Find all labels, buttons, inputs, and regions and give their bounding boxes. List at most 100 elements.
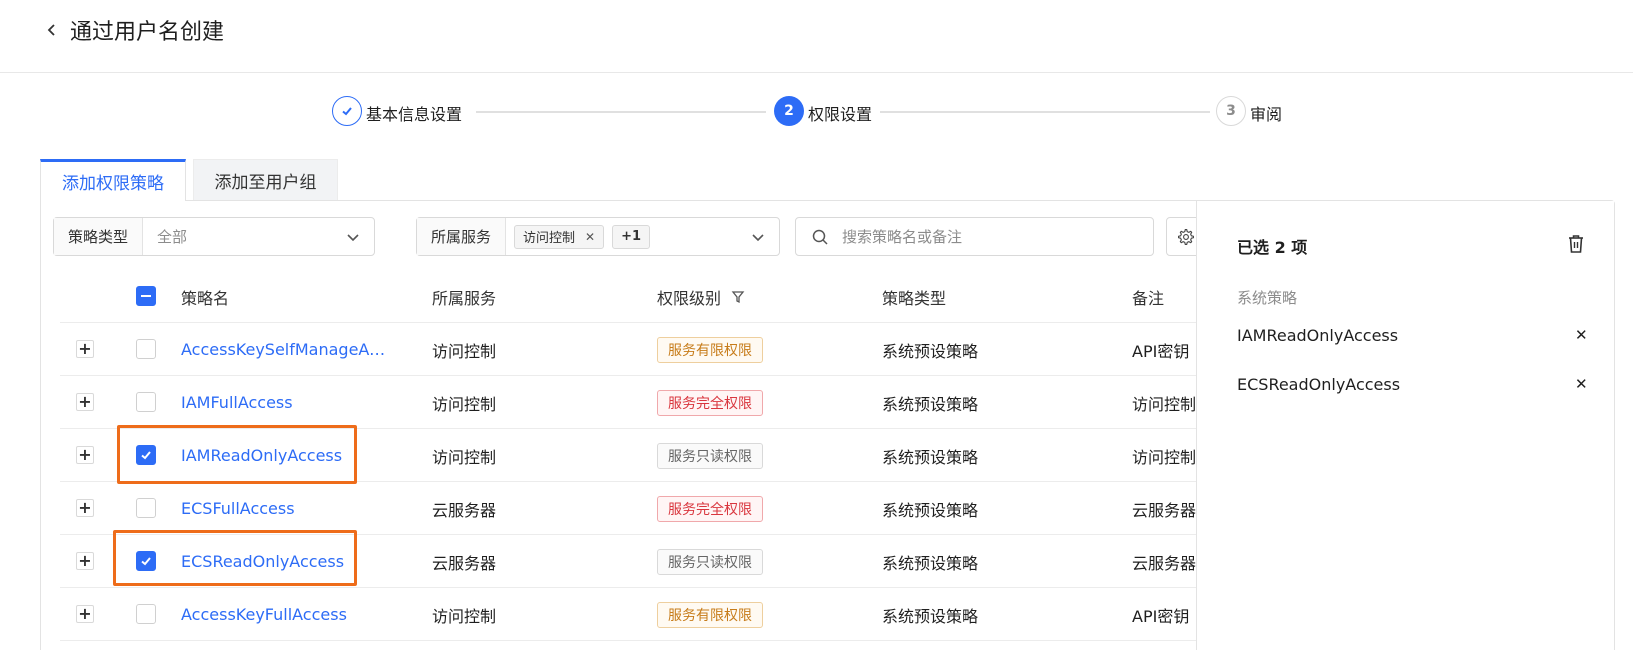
policy-name-link[interactable]: ECSFullAccess bbox=[181, 499, 295, 518]
step-connector bbox=[880, 111, 1210, 113]
service-cell: 云服务器 bbox=[432, 553, 497, 573]
tab-add-to-group[interactable]: 添加至用户组 bbox=[193, 159, 338, 201]
policy-type-cell: 系统预设策略 bbox=[882, 394, 979, 414]
tab-add-policy[interactable]: 添加权限策略 bbox=[40, 159, 186, 201]
policy-type-cell: 系统预设策略 bbox=[882, 447, 979, 467]
selected-count-title: 已选 2 项 bbox=[1237, 238, 1308, 257]
note-cell: API密钥 bbox=[1132, 606, 1190, 626]
expand-plus-icon[interactable]: + bbox=[76, 446, 94, 464]
service-tag-label: 访问控制 bbox=[523, 231, 576, 246]
table-row: + AccessKeyFullAccess 访问控制 服务有限权限 系统预设策略 API密… bbox=[60, 588, 1196, 641]
note-cell: 云服务器 bbox=[1132, 553, 1197, 573]
policy-type-filter[interactable]: 策略类型 全部 bbox=[53, 217, 375, 256]
expand-plus-icon[interactable]: + bbox=[76, 340, 94, 358]
gear-icon bbox=[1177, 228, 1194, 245]
policy-name-link[interactable]: AccessKeySelfManageAcc... bbox=[181, 340, 386, 359]
policy-name-link[interactable]: AccessKeyFullAccess bbox=[181, 605, 347, 624]
permission-level-badge: 服务有限权限 bbox=[657, 601, 763, 628]
row-checkbox[interactable] bbox=[136, 445, 156, 465]
stepper: 基本信息设置 2 权限设置 3 审阅 bbox=[0, 96, 1633, 130]
remove-item-close-icon[interactable]: ✕ bbox=[1575, 375, 1588, 393]
policy-name-cell: ECSFullAccess bbox=[181, 482, 295, 535]
page-header: 通过用户名创建 bbox=[0, 0, 1633, 73]
expand-plus-icon[interactable]: + bbox=[76, 552, 94, 570]
policy-type-select[interactable]: 全部 bbox=[143, 218, 374, 255]
row-checkbox[interactable] bbox=[136, 551, 156, 571]
level-cell: 服务只读权限 bbox=[657, 535, 763, 588]
select-all-checkbox[interactable] bbox=[136, 286, 156, 306]
selected-item: IAMReadOnlyAccess bbox=[1237, 326, 1399, 345]
level-cell: 服务完全权限 bbox=[657, 376, 763, 429]
permission-level-badge: 服务只读权限 bbox=[657, 548, 763, 575]
policy-type-cell: 系统预设策略 bbox=[882, 500, 979, 520]
service-filter-label: 所属服务 bbox=[417, 218, 507, 255]
page-title: 通过用户名创建 bbox=[70, 20, 225, 45]
service-select[interactable]: 访问控制 ✕ +1 bbox=[506, 218, 779, 255]
permission-level-badge: 服务有限权限 bbox=[657, 336, 763, 363]
service-cell: 访问控制 bbox=[432, 394, 497, 414]
step-3-label: 审阅 bbox=[1250, 105, 1283, 124]
policy-name-cell: AccessKeyFullAccess bbox=[181, 588, 347, 641]
column-header-type: 策略类型 bbox=[882, 288, 947, 308]
level-cell: 服务只读权限 bbox=[657, 429, 763, 482]
search-box[interactable] bbox=[795, 217, 1154, 256]
level-cell: 服务有限权限 bbox=[657, 588, 763, 641]
remove-item-close-icon[interactable]: ✕ bbox=[1575, 326, 1588, 344]
level-cell: 服务完全权限 bbox=[657, 482, 763, 535]
level-cell: 服务有限权限 bbox=[657, 323, 763, 376]
policy-name-link[interactable]: IAMReadOnlyAccess bbox=[181, 446, 342, 465]
column-header-service: 所属服务 bbox=[432, 288, 497, 308]
table-row: + ECSReadOnlyAccess 云服务器 服务只读权限 系统预设策略 云服务器 bbox=[60, 535, 1196, 588]
service-filter[interactable]: 所属服务 访问控制 ✕ +1 bbox=[416, 217, 780, 256]
row-checkbox[interactable] bbox=[136, 498, 156, 518]
service-cell: 访问控制 bbox=[432, 447, 497, 467]
chevron-down-icon bbox=[347, 234, 359, 242]
policy-name-link[interactable]: IAMFullAccess bbox=[181, 393, 293, 412]
filter-icon[interactable] bbox=[731, 290, 745, 304]
more-tags-badge[interactable]: +1 bbox=[612, 224, 651, 249]
permission-level-badge: 服务完全权限 bbox=[657, 495, 763, 522]
note-cell: 访问控制 bbox=[1132, 447, 1197, 467]
table-row: + IAMReadOnlyAccess 访问控制 服务只读权限 系统预设策略 访问控制 bbox=[60, 429, 1196, 482]
column-header-name: 策略名 bbox=[181, 288, 230, 308]
row-checkbox[interactable] bbox=[136, 604, 156, 624]
step-2-label: 权限设置 bbox=[808, 105, 873, 124]
policy-type-cell: 系统预设策略 bbox=[882, 553, 979, 573]
service-cell: 云服务器 bbox=[432, 500, 497, 520]
search-icon bbox=[812, 229, 828, 245]
policy-type-filter-label: 策略类型 bbox=[54, 218, 144, 255]
row-checkbox[interactable] bbox=[136, 339, 156, 359]
step-3-number: 3 bbox=[1216, 96, 1246, 126]
service-cell: 访问控制 bbox=[432, 341, 497, 361]
policy-name-link[interactable]: ECSReadOnlyAccess bbox=[181, 552, 344, 571]
table-row: + IAMFullAccess 访问控制 服务完全权限 系统预设策略 访问控制 bbox=[60, 376, 1196, 429]
check-icon bbox=[141, 557, 151, 566]
policy-type-cell: 系统预设策略 bbox=[882, 341, 979, 361]
check-icon bbox=[141, 451, 151, 460]
selected-item: ECSReadOnlyAccess bbox=[1237, 375, 1401, 394]
step-1-check-icon bbox=[332, 96, 362, 126]
policy-type-cell: 系统预设策略 bbox=[882, 606, 979, 626]
column-header-level: 权限级别 bbox=[657, 270, 745, 323]
service-cell: 访问控制 bbox=[432, 606, 497, 626]
policy-name-cell: ECSReadOnlyAccess bbox=[181, 535, 344, 588]
chevron-down-icon bbox=[752, 234, 764, 242]
expand-plus-icon[interactable]: + bbox=[76, 393, 94, 411]
policy-name-cell: IAMFullAccess bbox=[181, 376, 293, 429]
note-cell: 云服务器 bbox=[1132, 500, 1197, 520]
policy-type-value: 全部 bbox=[157, 228, 188, 246]
column-header-level-label: 权限级别 bbox=[657, 288, 722, 308]
search-input[interactable] bbox=[842, 225, 1142, 249]
selected-section-label: 系统策略 bbox=[1237, 289, 1298, 307]
permission-level-badge: 服务只读权限 bbox=[657, 442, 763, 469]
close-icon[interactable]: ✕ bbox=[585, 230, 595, 244]
policy-name-cell: AccessKeySelfManageAcc... bbox=[181, 323, 386, 376]
trash-icon[interactable] bbox=[1567, 234, 1585, 254]
step-1-label: 基本信息设置 bbox=[366, 105, 463, 124]
table-row: + ECSFullAccess 云服务器 服务完全权限 系统预设策略 云服务器 bbox=[60, 482, 1196, 535]
expand-plus-icon[interactable]: + bbox=[76, 605, 94, 623]
back-chevron-icon[interactable] bbox=[44, 22, 60, 38]
service-tag: 访问控制 ✕ bbox=[514, 224, 605, 249]
row-checkbox[interactable] bbox=[136, 392, 156, 412]
expand-plus-icon[interactable]: + bbox=[76, 499, 94, 517]
